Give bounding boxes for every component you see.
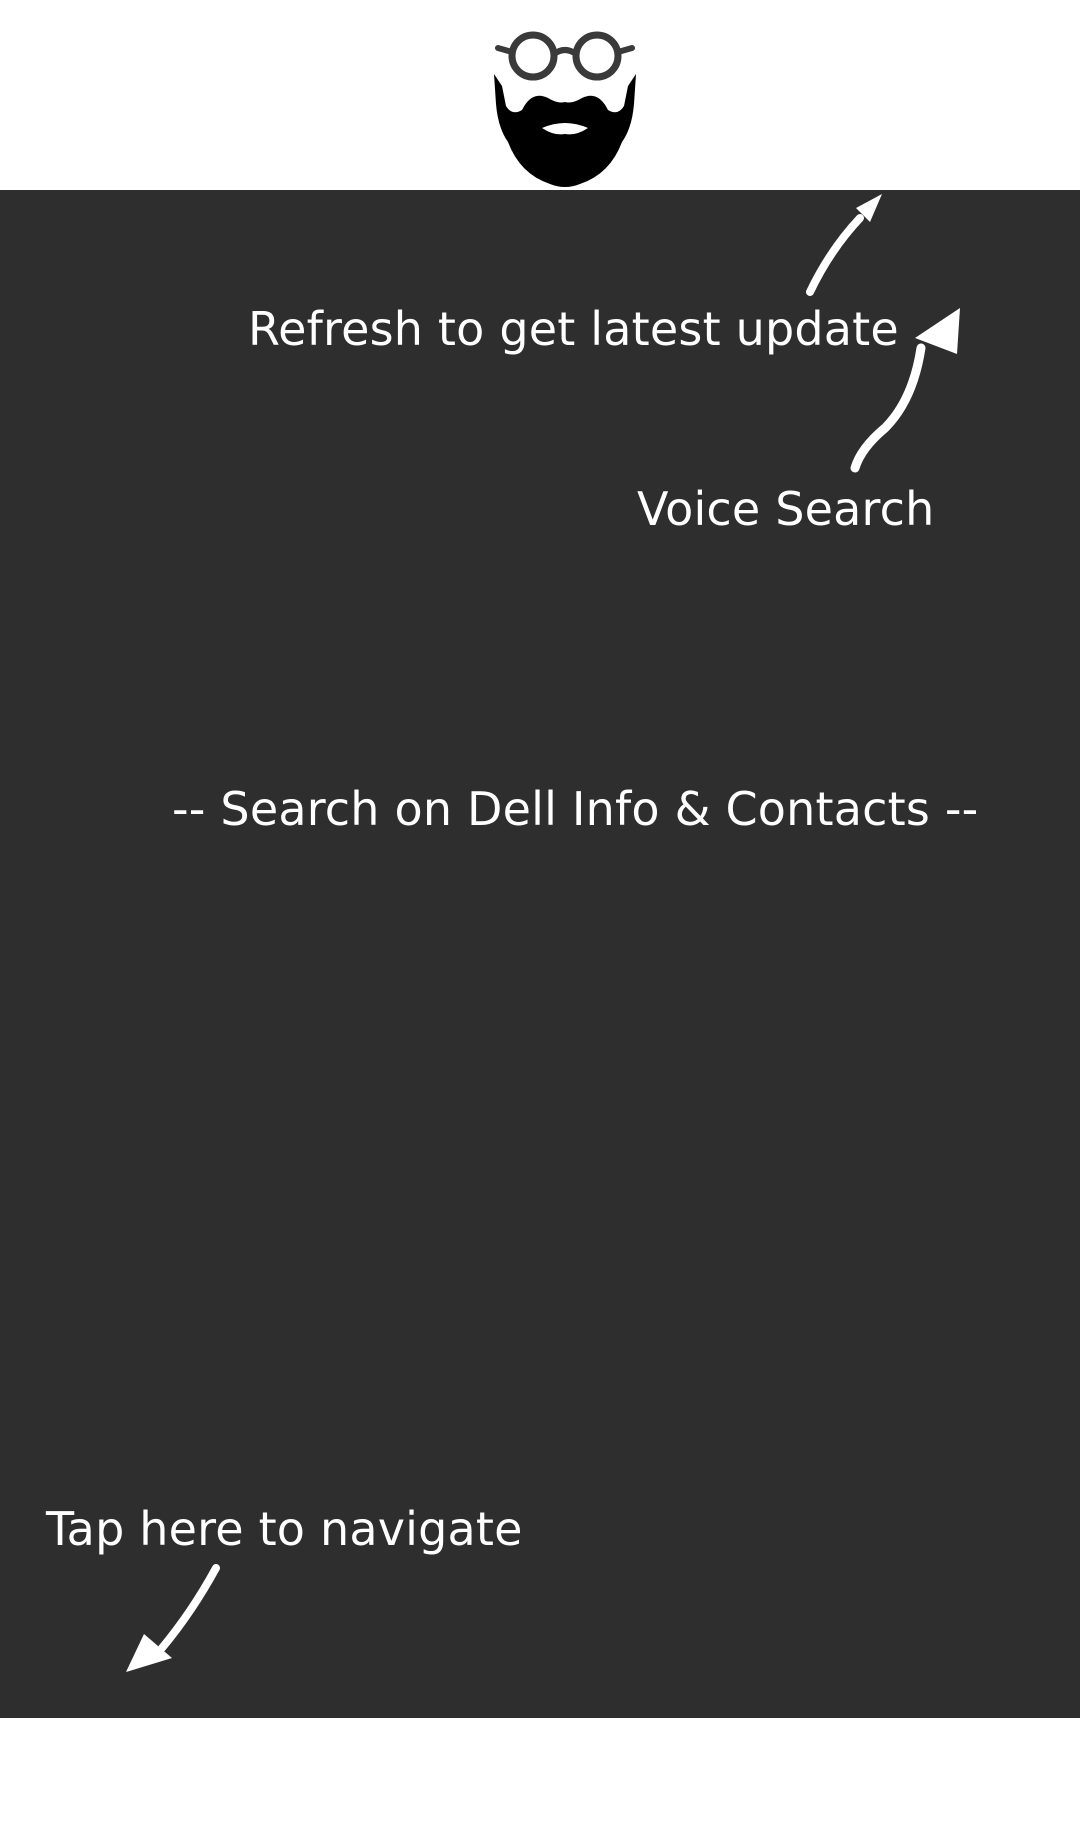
arrow-up-right-icon [806,194,882,296]
voice-search-hint-label: Voice Search [637,482,935,536]
arrow-up-right-icon [850,308,960,473]
search-hint-label[interactable]: -- Search on Dell Info & Contacts -- [172,786,978,832]
navigate-hint-label: Tap here to navigate [46,1502,523,1556]
bearded-man-logo-icon [494,31,636,187]
arrow-down-left-icon [126,1564,220,1672]
app-footer [0,1718,1080,1848]
tutorial-overlay[interactable]: Refresh to get latest update Voice Searc… [0,190,1080,1718]
refresh-hint-label: Refresh to get latest update [248,302,899,356]
app-header [0,0,1080,190]
